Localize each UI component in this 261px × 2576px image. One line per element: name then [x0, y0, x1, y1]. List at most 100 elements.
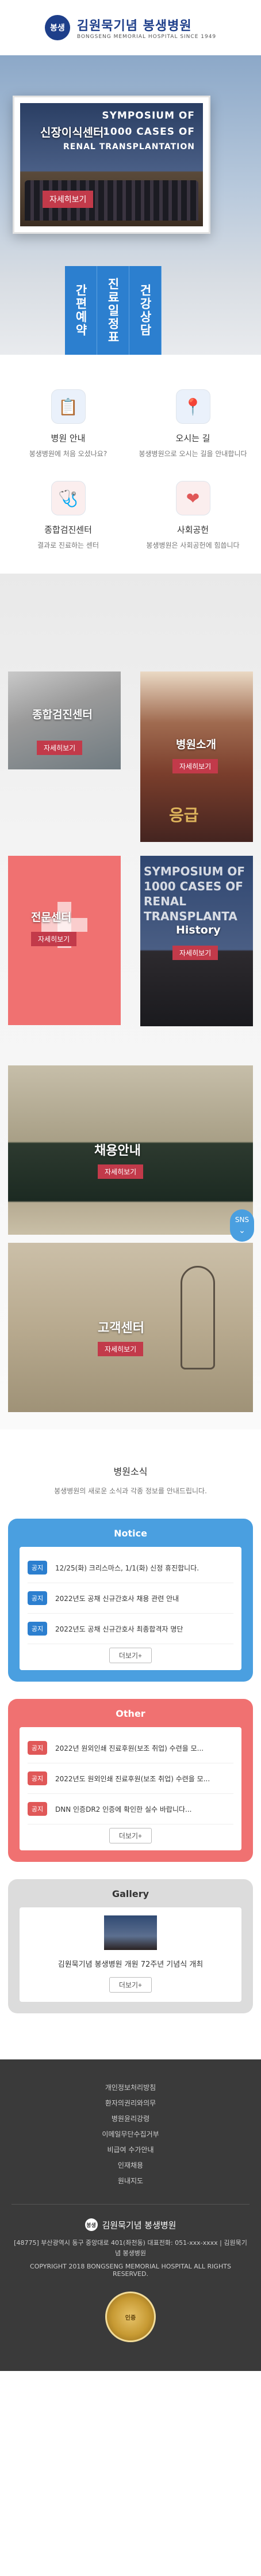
logo-sub-text: BONGSENG MEMORIAL HOSPITAL SINCE 1949: [76, 34, 217, 40]
tile-banner-text: SYMPOSIUM OF 1000 CASES OF RENAL TRANSPL…: [144, 864, 245, 923]
sns-toggle-button[interactable]: SNS ⌄: [230, 1209, 254, 1242]
menu-title: 병원 안내: [51, 433, 86, 443]
notice-board: Notice 공지 12/25(화) 크리스마스, 1/1(화) 신정 휴진합니…: [8, 1519, 253, 1682]
hero-detail-button[interactable]: 자세히보기: [43, 191, 94, 208]
notice-text: 2022년도 공채 신규간호사 채용 관련 안내: [55, 1594, 179, 1603]
other-text: DNN 인증DR2 인증에 확인한 실수 바랍니다...: [55, 1805, 192, 1814]
footer-links: 개인정보처리방침 환자의권리와의무 병원윤리강령 이메일무단수집거부 비급여 수…: [11, 2082, 250, 2205]
menu-social-contribution[interactable]: ❤ 사회공헌 봉생병원은 사회공헌에 힘씁니다: [130, 481, 255, 551]
tile-specialty[interactable]: 전문센터 자세히보기: [8, 856, 121, 1025]
info-menu: 📋 병원 안내 봉생병원에 처음 오셨나요? 📍 오시는 길 봉생병원으로 오시…: [0, 355, 261, 574]
menu-title: 오시는 길: [175, 433, 210, 443]
news-title: 병원소식: [113, 1466, 148, 1477]
menu-directions[interactable]: 📍 오시는 길 봉생병원으로 오시는 길을 안내합니다: [130, 389, 255, 459]
gallery-thumbnail[interactable]: [104, 1915, 157, 1950]
tile-history[interactable]: SYMPOSIUM OF 1000 CASES OF RENAL TRANSPL…: [140, 856, 253, 1026]
notice-tag: 공지: [28, 1561, 47, 1575]
other-more-button[interactable]: 더보기+: [109, 1828, 152, 1843]
other-tag: 공지: [28, 1741, 47, 1755]
notice-more-button[interactable]: 더보기+: [109, 1648, 152, 1663]
tile-health-center[interactable]: 종합검진센터 자세히보기: [8, 671, 121, 769]
hero-banner-line: SYMPOSIUM OF: [102, 110, 195, 122]
other-tag: 공지: [28, 1802, 47, 1816]
tile-detail-button[interactable]: 자세히보기: [98, 1164, 144, 1179]
footer-copyright: COPYRIGHT 2018 BONGSENG MEMORIAL HOSPITA…: [30, 2263, 231, 2278]
footer-link-recruit[interactable]: 인재채용: [11, 2160, 250, 2170]
notice-item[interactable]: 공지 12/25(화) 크리스마스, 1/1(화) 신정 휴진합니다.: [28, 1553, 233, 1583]
hero-banner-line: RENAL TRANSPLANTATION: [63, 142, 195, 151]
tile-customer[interactable]: 고객센터 자세히보기: [8, 1243, 253, 1412]
menu-title: 종합검진센터: [44, 525, 92, 535]
tile-detail-button[interactable]: 자세히보기: [37, 741, 83, 755]
menu-desc: 봉생병원에 처음 오셨나요?: [29, 450, 108, 458]
footer-link-email-refusal[interactable]: 이메일무단수집거부: [11, 2129, 250, 2139]
tile-detail-button[interactable]: 자세히보기: [172, 946, 218, 960]
map-pin-icon: 📍: [175, 389, 210, 424]
footer-link-patient-rights[interactable]: 환자의권리와의무: [11, 2098, 250, 2108]
tile-label: 고객센터: [98, 1321, 144, 1336]
quick-schedule-button[interactable]: 진료일정표: [97, 266, 129, 355]
menu-hospital-guide[interactable]: 📋 병원 안내 봉생병원에 처음 오셨나요?: [6, 389, 130, 459]
other-text: 2022년 원외인쇄 진료후원(보조 취업) 수련을 모...: [55, 1744, 204, 1752]
calendar-icon: 📋: [51, 389, 86, 424]
notice-list: 공지 12/25(화) 크리스마스, 1/1(화) 신정 휴진합니다. 공지 2…: [20, 1547, 241, 1670]
logo[interactable]: 김원묵기념 봉생병원 BONGSENG MEMORIAL HOSPITAL SI…: [77, 16, 216, 40]
quick-reservation-button[interactable]: 간편예약: [65, 266, 97, 355]
menu-title: 사회공헌: [176, 525, 209, 535]
gallery-item[interactable]: 김원묵기념 봉생병원 개원 72주년 기념식 개최 더보기+: [20, 1907, 241, 2002]
menu-checkup-center[interactable]: 🩺 종합검진센터 결과로 진료하는 센터: [6, 481, 130, 551]
sns-label: SNS: [235, 1216, 250, 1224]
site-header: 봉생 김원묵기념 봉생병원 BONGSENG MEMORIAL HOSPITAL…: [0, 0, 261, 55]
checkup-icon: 🩺: [51, 481, 86, 515]
other-item[interactable]: 공지 DNN 인증DR2 인증에 확인한 실수 바랍니다...: [28, 1794, 233, 1824]
gallery-more-button[interactable]: 더보기+: [109, 1977, 152, 1993]
news-subtitle: 봉생병원의 새로운 소식과 각종 정보를 안내드립니다.: [54, 1487, 207, 1495]
tile-sign-text: 응급: [169, 806, 199, 825]
tile-label: 병원소개: [176, 738, 216, 751]
tile-detail-button[interactable]: 자세히보기: [31, 932, 77, 946]
menu-desc: 봉생병원으로 오시는 길을 안내합니다: [139, 450, 247, 458]
tile-recruit[interactable]: 채용안내 자세히보기: [8, 1065, 253, 1235]
notice-text: 12/25(화) 크리스마스, 1/1(화) 신정 휴진합니다.: [55, 1564, 199, 1572]
menu-desc: 결과로 진료하는 센터: [37, 541, 99, 549]
other-item[interactable]: 공지 2022년 원외인쇄 진료후원(보조 취업) 수련을 모...: [28, 1733, 233, 1763]
tile-detail-button[interactable]: 자세히보기: [98, 1342, 144, 1356]
notice-item[interactable]: 공지 2022년도 공채 신규간호사 채용 관련 안내: [28, 1583, 233, 1614]
footer-link-fees[interactable]: 비급여 수가안내: [11, 2145, 250, 2154]
footer-address: [48775] 부산광역시 동구 중앙대로 401(좌천동) 대표전화: 051…: [14, 2239, 247, 2257]
footer-link-map[interactable]: 원내지도: [11, 2176, 250, 2186]
other-board: Other 공지 2022년 원외인쇄 진료후원(보조 취업) 수련을 모...…: [8, 1699, 253, 1862]
tile-intro[interactable]: 응급 병원소개 자세히보기: [140, 671, 253, 842]
notice-text: 2022년도 공채 신규간호사 최종합격자 명단: [55, 1625, 183, 1633]
notice-item[interactable]: 공지 2022년도 공채 신규간호사 최종합격자 명단: [28, 1614, 233, 1644]
feature-tiles-section: 종합검진센터 자세히보기 응급 병원소개 자세히보기 전문센터 자세히보기 SY…: [0, 574, 261, 1429]
hero-title: 신장이식센터: [40, 126, 104, 139]
footer-link-ethics[interactable]: 병원윤리강령: [11, 2114, 250, 2123]
footer-logo-name: 김원묵기념 봉생병원: [102, 2220, 176, 2230]
other-tag: 공지: [28, 1771, 47, 1785]
hero-slide-card: SYMPOSIUM OF 1000 CASES OF RENAL TRANSPL…: [13, 96, 210, 234]
other-item[interactable]: 공지 2022년도 원외인쇄 진료후원(보조 취업) 수련을 모...: [28, 1763, 233, 1794]
menu-desc: 봉생병원은 사회공헌에 힘씁니다: [146, 541, 240, 549]
logo-main-text: 김원묵기념 봉생병원: [76, 19, 192, 33]
other-list: 공지 2022년 원외인쇄 진료후원(보조 취업) 수련을 모... 공지 20…: [20, 1727, 241, 1850]
hero-banner-line: 1000 CASES OF: [103, 126, 195, 138]
logo-icon[interactable]: 봉생: [44, 15, 70, 40]
gallery-caption: 김원묵기념 봉생병원 개원 72주년 기념식 개최: [57, 1960, 204, 1969]
tile-label: 전문센터: [31, 911, 71, 924]
gallery-board: Gallery 김원묵기념 봉생병원 개원 72주년 기념식 개최 더보기+: [8, 1879, 253, 2013]
heart-hand-icon: ❤: [175, 481, 210, 515]
tile-detail-button[interactable]: 자세히보기: [172, 759, 218, 773]
news-header: 병원소식 봉생병원의 새로운 소식과 각종 정보를 안내드립니다.: [0, 1429, 261, 1519]
page-root: 봉생 김원묵기념 봉생병원 BONGSENG MEMORIAL HOSPITAL…: [0, 0, 261, 2372]
footer-link-privacy[interactable]: 개인정보처리방침: [11, 2082, 250, 2092]
notice-tag: 공지: [28, 1591, 47, 1605]
tile-label: History: [176, 924, 221, 936]
chevron-down-icon: ⌄: [239, 1226, 245, 1235]
footer-logo-icon: 봉생: [85, 2218, 98, 2231]
quick-consult-button[interactable]: 건강상담: [129, 266, 162, 355]
hero-section: SYMPOSIUM OF 1000 CASES OF RENAL TRANSPL…: [0, 55, 261, 355]
notice-tag: 공지: [28, 1622, 47, 1636]
footer-logo: 봉생 김원묵기념 봉생병원: [11, 2218, 250, 2231]
other-title: Other: [116, 1708, 145, 1719]
